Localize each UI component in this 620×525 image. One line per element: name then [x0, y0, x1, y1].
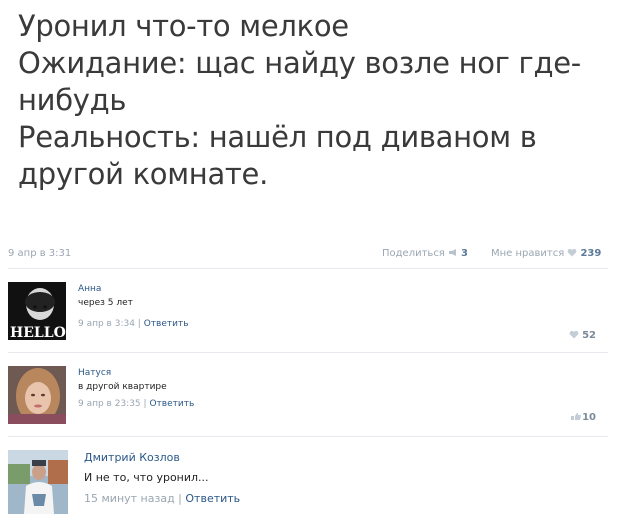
comment-body: Дмитрий Козлов И не то, что уронил... 15…: [84, 450, 240, 508]
divider: [8, 352, 608, 353]
share-label: Поделиться: [382, 248, 445, 259]
comment-meta: 15 минут назад | Ответить: [84, 492, 241, 505]
reply-button[interactable]: Ответить: [149, 399, 194, 409]
heart-icon: [568, 248, 577, 257]
thumbs-up-icon: [571, 413, 582, 420]
comment-author[interactable]: Анна: [78, 282, 189, 296]
comment-time[interactable]: 9 апр в 3:34: [78, 319, 135, 329]
post-line: Уронил что-то мелкое: [18, 9, 349, 43]
comment: Натуся в другой квартире 9 апр в 23:35 |…: [8, 366, 608, 426]
reply-button[interactable]: Ответить: [185, 492, 240, 505]
avatar[interactable]: [8, 450, 68, 514]
comment-time[interactable]: 15 минут назад: [84, 492, 175, 505]
comment-text: в другой квартире: [78, 382, 167, 392]
avatar[interactable]: HELLO: [8, 282, 66, 340]
comment-text: через 5 лет: [78, 298, 133, 308]
comment-like-count: 52: [582, 330, 596, 341]
comment-text: И не то, что уронил...: [84, 471, 209, 484]
avatar[interactable]: [8, 366, 66, 424]
comment-like-count: 10: [582, 412, 596, 423]
post-line: нибудь: [18, 83, 127, 117]
comment-meta: 9 апр в 3:34 | Ответить: [78, 319, 189, 329]
share-button[interactable]: Поделиться 3: [382, 248, 468, 259]
like-count: 239: [580, 248, 602, 259]
divider: [8, 436, 608, 437]
like-label: Мне нравится: [491, 248, 565, 259]
comment-time[interactable]: 9 апр в 23:35: [78, 399, 141, 409]
comment-like-button[interactable]: 52: [569, 330, 596, 341]
post-meta: 9 апр в 3:31 Поделиться 3 Мне нравится 2…: [8, 245, 608, 265]
comment-meta: 9 апр в 23:35 | Ответить: [78, 399, 195, 409]
comment: Дмитрий Козлов И не то, что уронил... 15…: [8, 450, 608, 516]
comment-like-button[interactable]: 10: [570, 412, 596, 423]
reply-button[interactable]: Ответить: [144, 319, 189, 329]
post-line: другой комнате.: [18, 157, 268, 191]
post-line: Реальность: нашёл под диваном в: [18, 120, 537, 154]
share-count: 3: [461, 248, 468, 259]
avatar-image: [8, 366, 66, 424]
post-date[interactable]: 9 апр в 3:31: [8, 248, 71, 259]
avatar-image: [8, 450, 68, 514]
like-button[interactable]: Мне нравится 239: [491, 248, 601, 259]
divider: [8, 268, 608, 269]
comment-body: Анна через 5 лет 9 апр в 3:34 | Ответить: [78, 282, 189, 332]
comment-body: Натуся в другой квартире 9 апр в 23:35 |…: [78, 366, 194, 412]
post-line: Ожидание: щас найду возле ног где-: [18, 46, 581, 80]
comment-author[interactable]: Дмитрий Козлов: [84, 450, 240, 466]
comment-author[interactable]: Натуся: [78, 366, 194, 380]
heart-icon: [569, 330, 579, 339]
comment: HELLO Анна через 5 лет 9 апр в 3:34 | От…: [8, 282, 608, 342]
avatar-text: HELLO: [10, 325, 66, 340]
post-text: Уронил что-то мелкое Ожидание: щас найду…: [18, 8, 608, 193]
avatar-image: HELLO: [8, 282, 66, 340]
megaphone-icon: [449, 249, 457, 256]
